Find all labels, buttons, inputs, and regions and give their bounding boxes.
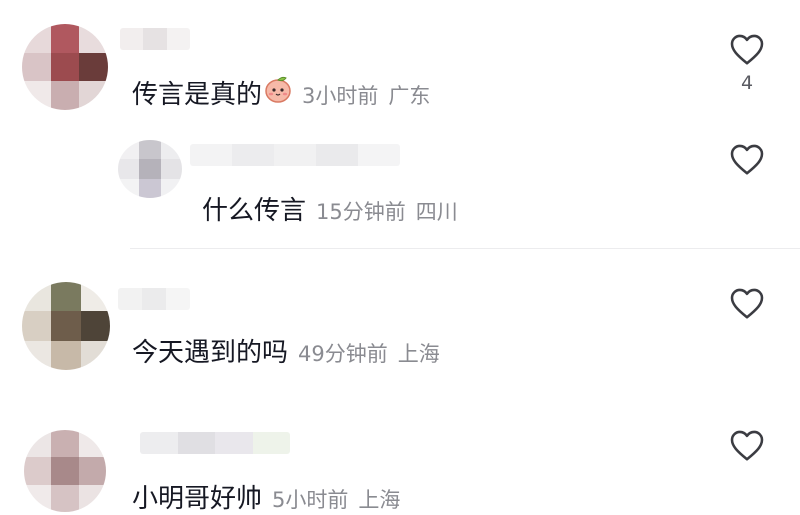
username-blurred[interactable] (118, 288, 190, 310)
heart-outline-icon (730, 430, 764, 461)
comment-item: 传言是真的 3小时前 广东 4 (0, 0, 800, 130)
like-button[interactable] (727, 286, 767, 326)
username-blurred[interactable] (190, 144, 400, 166)
reply-item: 什么传言 15分钟前 四川 (0, 130, 800, 250)
comment-time: 3小时前 (302, 84, 379, 108)
comment-meta: 49分钟前 上海 (298, 338, 440, 368)
comment-location: 上海 (358, 488, 401, 512)
avatar[interactable] (22, 282, 110, 370)
comment-text[interactable]: 小明哥好帅 (132, 478, 262, 515)
heart-outline-icon (730, 34, 764, 65)
avatar[interactable] (24, 430, 106, 512)
divider (130, 248, 800, 249)
comment-item: 小明哥好帅 5小时前 上海 (0, 410, 800, 515)
heart-outline-icon (730, 144, 764, 175)
comment-text[interactable]: 今天遇到的吗 (132, 332, 288, 369)
comment-time: 49分钟前 (298, 342, 388, 366)
comment-item: 今天遇到的吗 49分钟前 上海 (0, 270, 800, 400)
username-blurred[interactable] (120, 28, 190, 50)
comment-meta: 5小时前 上海 (272, 484, 400, 514)
heart-outline-icon (730, 288, 764, 319)
comment-text[interactable]: 传言是真的 (132, 74, 262, 111)
comment-location: 上海 (397, 342, 440, 366)
comment-text[interactable]: 什么传言 (202, 190, 306, 227)
comment-time: 5小时前 (272, 488, 349, 512)
peach-emoji-icon (264, 75, 292, 103)
like-button[interactable] (727, 142, 767, 182)
like-button[interactable] (727, 428, 767, 468)
comment-meta: 15分钟前 四川 (316, 196, 458, 226)
comment-location: 四川 (415, 200, 458, 224)
like-button[interactable]: 4 (727, 32, 767, 94)
username-blurred[interactable] (140, 432, 290, 454)
like-count: 4 (740, 72, 754, 94)
comment-time: 15分钟前 (316, 200, 406, 224)
comment-meta: 3小时前 广东 (302, 80, 430, 110)
comment-location: 广东 (388, 84, 431, 108)
avatar[interactable] (118, 140, 182, 198)
avatar[interactable] (22, 24, 108, 110)
